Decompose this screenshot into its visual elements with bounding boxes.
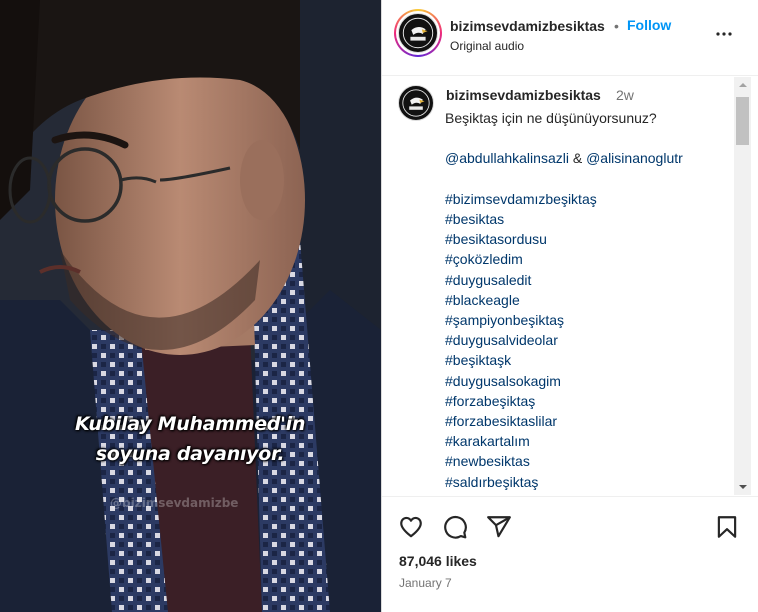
story-avatar[interactable] (394, 9, 442, 57)
caption-scroll-area[interactable]: bizimsevdamizbesiktas 2w Beşiktaş için n… (382, 77, 758, 495)
audio-link[interactable]: Original audio (450, 39, 524, 53)
share-icon (487, 516, 511, 538)
caption-time-ago[interactable]: 2w (616, 87, 634, 103)
separator-dot: • (614, 18, 619, 34)
more-horizontal-icon (716, 32, 732, 36)
video-subtitle-line-1: Kubilay Muhammed'in (74, 413, 306, 435)
hashtag-link[interactable]: #besiktasordusu (445, 229, 730, 249)
hashtag-link[interactable]: #duygusalsokagim (445, 371, 730, 391)
likes-count[interactable]: 87,046 likes (399, 553, 477, 569)
share-button[interactable] (486, 514, 512, 540)
hashtag-link[interactable]: #bizimsevdamızbeşiktaş (445, 189, 730, 209)
post-author-username[interactable]: bizimsevdamizbesiktas (450, 18, 605, 34)
club-logo-icon (398, 13, 438, 53)
caption-username[interactable]: bizimsevdamizbesiktas (446, 87, 601, 103)
video-watermark: @bizimsevdamizbe (110, 496, 239, 510)
post-header: bizimsevdamizbesiktas • Follow Original … (382, 0, 758, 76)
heart-icon (400, 516, 422, 538)
bookmark-icon (717, 516, 737, 538)
hashtag-link[interactable]: #beşiktaşk (445, 350, 730, 370)
mention-link[interactable]: @abdullahkalinsazli (445, 150, 569, 166)
like-button[interactable] (398, 514, 424, 540)
caption-text: Beşiktaş için ne düşünüyorsunuz? (445, 110, 657, 126)
mention-link[interactable]: @alisinanoglutr (586, 150, 683, 166)
scroll-thumb[interactable] (736, 97, 749, 145)
caption-scrollbar[interactable] (734, 77, 751, 495)
hashtag-link[interactable]: #forzabesiktaslilar (445, 411, 730, 431)
follow-button[interactable]: Follow (627, 17, 671, 33)
hashtag-link[interactable]: #karakartalım (445, 431, 730, 451)
hashtag-link[interactable]: #duygusaledit (445, 270, 730, 290)
comment-icon (444, 515, 467, 539)
scroll-up-button[interactable] (734, 77, 751, 94)
caption-body: Beşiktaş için ne düşünüyorsunuz? @abdull… (445, 108, 730, 495)
scroll-down-button[interactable] (734, 478, 751, 495)
post-actions: 87,046 likes January 7 (382, 496, 758, 612)
video-subtitle-line-2: soyuna dayanıyor. (95, 443, 285, 465)
hashtag-link[interactable]: #forzabeşiktaş (445, 391, 730, 411)
video-frame (0, 0, 381, 612)
hashtag-link[interactable]: #duygusalvideolar (445, 330, 730, 350)
club-logo-icon (399, 86, 433, 120)
post-panel: bizimsevdamizbesiktas • Follow Original … (382, 0, 758, 612)
hashtag-link[interactable]: #şampiyonbeşiktaş (445, 310, 730, 330)
hashtag-link[interactable]: #blackeagle (445, 290, 730, 310)
post-date[interactable]: January 7 (399, 576, 452, 590)
hashtag-link[interactable]: #beşiktaşelit (445, 492, 730, 495)
hashtag-link[interactable]: #newbesiktas (445, 451, 730, 471)
caption-avatar[interactable] (398, 85, 434, 121)
reel-video[interactable]: Kubilay Muhammed'in soyuna dayanıyor. @b… (0, 0, 381, 612)
hashtag-list: #bizimsevdamızbeşiktaş #besiktas #besiktas… (445, 189, 730, 495)
caption-mentions: @abdullahkalinsazli & @alisinanoglutr (445, 150, 683, 167)
comment-button[interactable] (442, 514, 468, 540)
save-button[interactable] (714, 514, 740, 540)
hashtag-link[interactable]: #besiktas (445, 209, 730, 229)
hashtag-link[interactable]: #çoközledim (445, 249, 730, 269)
hashtag-link[interactable]: #saldırbeşiktaş (445, 472, 730, 492)
more-options-button[interactable] (712, 22, 736, 46)
